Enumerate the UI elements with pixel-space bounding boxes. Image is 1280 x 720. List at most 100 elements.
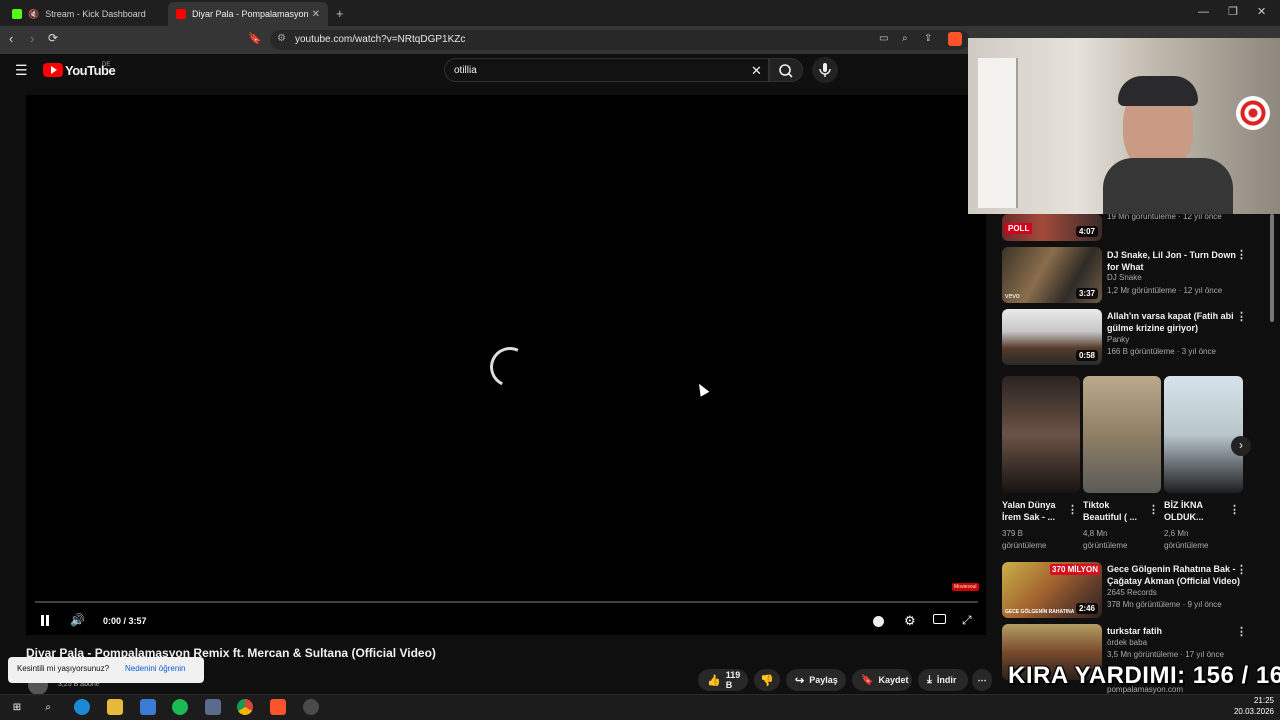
clock-date[interactable]: 20.03.2026 — [1230, 707, 1274, 716]
save-button[interactable]: 🔖 Kaydet — [852, 669, 912, 691]
tab-title: Stream - Kick Dashboard — [45, 9, 146, 19]
share-icon[interactable]: ⇪ — [924, 33, 932, 44]
more-options-icon[interactable]: ⋮ — [1236, 625, 1247, 638]
toast-learn-more-link[interactable]: Nedenini öğrenin — [125, 664, 186, 673]
toast-question: Kesintili mi yaşıyorsunuz? — [17, 664, 110, 673]
short-views-line: 4,8 Mn — [1083, 529, 1108, 538]
taskbar-search-icon[interactable]: ⌕ — [40, 699, 56, 715]
edge-icon[interactable] — [74, 699, 90, 715]
clear-search-icon[interactable]: ✕ — [751, 63, 762, 79]
short-views-line: görüntüleme — [1164, 541, 1209, 550]
short-title[interactable]: BİZ İKNA OLDUK... — [1164, 499, 1204, 523]
back-icon[interactable]: ‹ — [9, 31, 13, 46]
tab-youtube-video[interactable]: Diyar Pala - Pompalamasyon Rem ✕ — [168, 2, 328, 26]
kick-favicon-icon — [12, 9, 22, 19]
autoplay-toggle[interactable] — [873, 616, 884, 627]
youtube-logo-icon[interactable] — [43, 63, 63, 77]
more-options-icon[interactable]: ⋮ — [1067, 503, 1078, 516]
settings-gear-icon[interactable]: ⚙ — [904, 613, 916, 629]
progress-bar[interactable] — [35, 601, 978, 603]
brave-icon[interactable] — [270, 699, 286, 715]
more-horizontal-icon: ⋯ — [977, 674, 987, 685]
webcam-shirt — [1103, 158, 1233, 214]
reload-icon[interactable]: ⟳ — [48, 31, 58, 45]
video-meta: 166 B görüntüleme · 3 yıl önce — [1107, 347, 1216, 356]
site-info-icon[interactable]: ⚙ — [277, 33, 286, 44]
more-options-icon[interactable]: ⋮ — [1229, 503, 1240, 516]
zoom-icon[interactable]: ⌕ — [902, 33, 908, 44]
mute-icon[interactable]: 🔇 — [28, 9, 39, 20]
calculator-icon[interactable] — [205, 699, 221, 715]
volume-icon[interactable]: 🔊 — [70, 613, 85, 627]
short-title[interactable]: Tiktok Beautiful ( ... — [1083, 499, 1137, 523]
video-title[interactable]: Gece Gölgenin Rahatına Bak - Çağatay Akm… — [1107, 563, 1240, 587]
dislike-button[interactable]: 👎 — [754, 669, 780, 691]
tab-kick-dashboard[interactable]: 🔇 Stream - Kick Dashboard — [4, 2, 164, 26]
search-input[interactable]: otillia — [454, 65, 477, 76]
brave-shield-icon[interactable] — [948, 32, 962, 46]
short-thumbnail[interactable] — [1164, 376, 1243, 493]
more-actions-button[interactable]: ⋯ — [972, 669, 992, 691]
more-options-icon[interactable]: ⋮ — [1148, 503, 1159, 516]
search-box[interactable] — [444, 58, 769, 82]
windows-taskbar — [0, 694, 1280, 720]
channel-name[interactable]: 2645 Records — [1107, 588, 1157, 597]
video-thumbnail[interactable]: vevo 3:37 — [1002, 247, 1102, 303]
video-title-line: DJ Snake, Lil Jon - Turn Down — [1107, 250, 1236, 260]
video-title[interactable]: DJ Snake, Lil Jon - Turn Down for What — [1107, 249, 1236, 273]
webcam-door — [978, 58, 1018, 208]
more-options-icon[interactable]: ⋮ — [1236, 563, 1247, 576]
pause-icon[interactable] — [40, 615, 50, 627]
like-button[interactable]: 👍 119 B — [698, 669, 748, 691]
app-icon[interactable] — [140, 699, 156, 715]
more-options-icon[interactable]: ⋮ — [1236, 310, 1247, 323]
fullscreen-icon[interactable]: ⤢ — [962, 613, 972, 628]
new-tab-icon[interactable]: + — [336, 6, 344, 21]
channel-name[interactable]: DJ Snake — [1107, 273, 1142, 282]
close-tab-icon[interactable]: ✕ — [312, 9, 320, 20]
thumb-caption: GECE GÖLGENİN RAHATINA — [1005, 609, 1075, 615]
windows-start-icon[interactable]: ⊞ — [9, 699, 25, 715]
sidebar-scrollbar[interactable] — [1270, 214, 1274, 322]
next-shorts-chevron-icon[interactable]: › — [1231, 436, 1251, 456]
short-views-line: 379 B — [1002, 529, 1023, 538]
short-thumbnail[interactable] — [1083, 376, 1161, 493]
video-title[interactable]: Allah'ın varsa kapat (Fatih abi gülme kr… — [1107, 310, 1234, 334]
channel-name[interactable]: Panky — [1107, 335, 1129, 344]
video-title[interactable]: turkstar fatih — [1107, 625, 1162, 637]
minimize-icon[interactable]: — — [1198, 6, 1209, 18]
video-thumbnail[interactable]: POLL 4:07 — [1002, 214, 1102, 241]
save-bookmark-icon: 🔖 — [861, 674, 874, 686]
share-label: Paylaş — [809, 675, 838, 685]
short-views: 2,6 Mn görüntüleme — [1164, 528, 1208, 552]
share-button[interactable]: ↪ Paylaş — [786, 669, 846, 691]
spotify-icon[interactable] — [172, 699, 188, 715]
restore-icon[interactable]: ❐ — [1228, 5, 1238, 18]
microphone-icon — [819, 63, 831, 77]
hamburger-menu-icon[interactable]: ☰ — [15, 62, 28, 79]
file-explorer-icon[interactable] — [107, 699, 123, 715]
theater-mode-icon[interactable] — [933, 614, 946, 624]
download-button[interactable]: ⤓ İndir — [918, 669, 968, 691]
forward-icon[interactable]: › — [30, 31, 34, 46]
search-button[interactable] — [769, 58, 803, 82]
video-title-line: Çağatay Akman (Official Video) — [1107, 576, 1241, 586]
obs-icon[interactable] — [303, 699, 319, 715]
duration-badge: 3:37 — [1075, 288, 1098, 299]
chrome-icon[interactable] — [237, 699, 253, 715]
short-title[interactable]: Yalan Dünya İrem Sak - ... — [1002, 499, 1056, 523]
short-thumbnail[interactable] — [1002, 376, 1080, 493]
cast-icon[interactable]: ▭ — [879, 33, 888, 44]
channel-name[interactable]: ördek baba — [1107, 638, 1147, 647]
tab-title: Diyar Pala - Pompalamasyon Rem — [192, 9, 310, 19]
voice-search-button[interactable] — [812, 57, 838, 83]
clock-time[interactable]: 21:25 — [1230, 696, 1274, 705]
download-label: İndir — [936, 675, 957, 685]
more-options-icon[interactable]: ⋮ — [1236, 248, 1247, 261]
video-thumbnail[interactable]: 0:58 — [1002, 309, 1102, 365]
bookmark-icon[interactable]: 🔖 — [248, 32, 262, 45]
download-icon: ⤓ — [927, 673, 932, 686]
window-close-icon[interactable]: ✕ — [1257, 5, 1266, 18]
url-text[interactable]: youtube.com/watch?v=NRtqDGP1KZc — [295, 34, 465, 45]
video-thumbnail[interactable]: 370 MİLYON GECE GÖLGENİN RAHATINA 2:46 — [1002, 562, 1102, 618]
